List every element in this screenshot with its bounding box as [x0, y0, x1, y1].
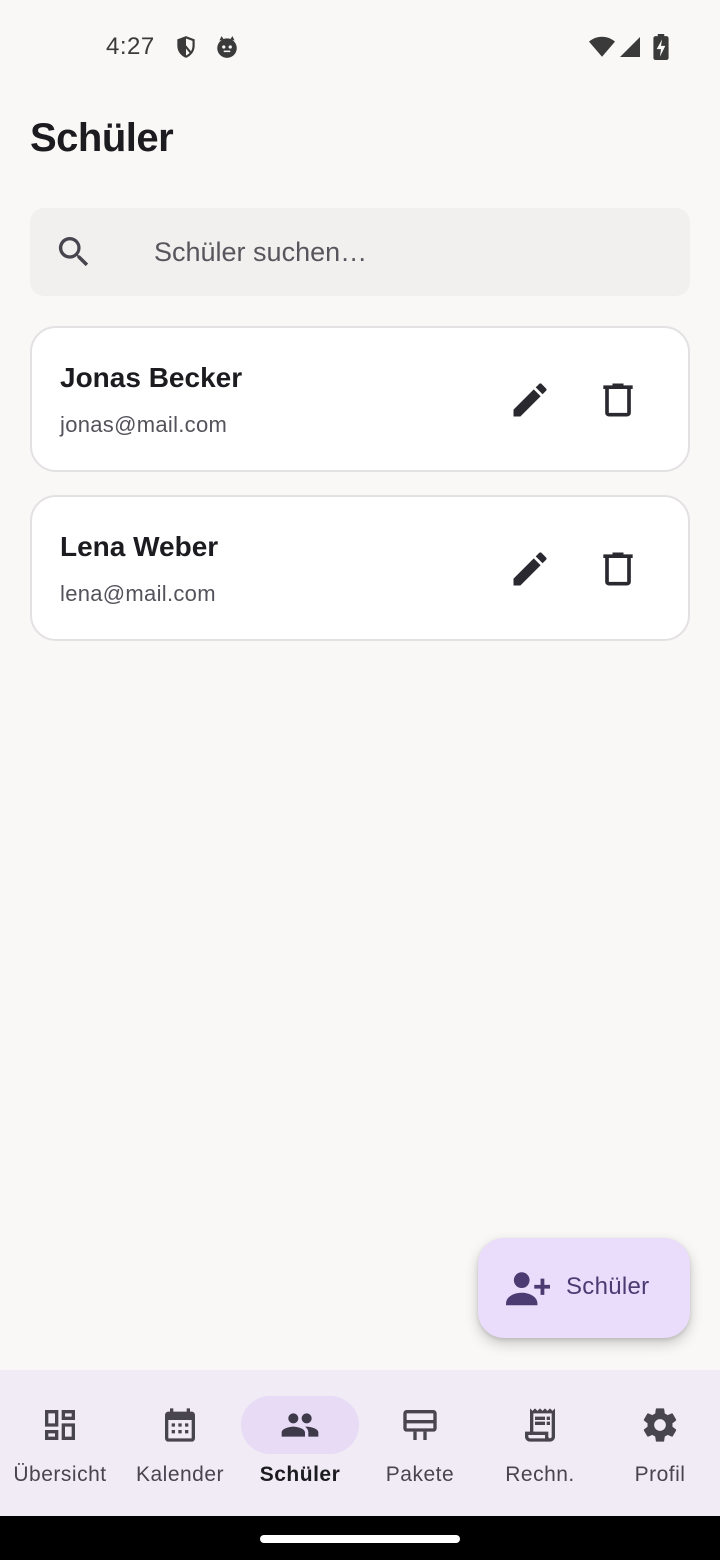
nav-item-students[interactable]: Schüler — [240, 1370, 360, 1516]
search-input[interactable] — [154, 230, 654, 274]
package-icon — [400, 1405, 440, 1445]
nav-label: Schüler — [259, 1463, 341, 1486]
nav-item-invoices[interactable]: Rechn. — [480, 1370, 600, 1516]
student-email: lena@mail.com — [60, 581, 216, 606]
home-gesture-handle[interactable] — [260, 1535, 460, 1543]
delete-button[interactable] — [596, 547, 640, 591]
trash-icon — [603, 383, 633, 417]
fab-label: Schüler — [566, 1273, 650, 1300]
student-name: Jonas Becker — [60, 362, 243, 393]
pencil-icon — [513, 383, 547, 417]
status-bar: 4:27 — [0, 0, 720, 96]
vpn-shield-icon — [173, 34, 199, 60]
delete-button[interactable] — [596, 378, 640, 422]
nav-item-calendar[interactable]: Kalender — [120, 1370, 240, 1516]
nav-label: Kalender — [135, 1463, 225, 1486]
nav-label: Übersicht — [13, 1463, 107, 1486]
pencil-icon — [513, 552, 547, 586]
gear-icon — [640, 1405, 680, 1445]
notification-cat-icon — [214, 34, 240, 60]
edit-button[interactable] — [508, 378, 552, 422]
nav-label: Pakete — [385, 1463, 455, 1486]
students-screen: 4:27 Schüler Jonas Becker jonas@mail.com — [0, 0, 720, 1560]
nav-item-packages[interactable]: Pakete — [360, 1370, 480, 1516]
calendar-icon — [160, 1405, 200, 1445]
search-bar[interactable] — [30, 208, 690, 296]
student-name: Lena Weber — [60, 531, 219, 562]
student-card[interactable]: Jonas Becker jonas@mail.com — [30, 326, 690, 472]
student-card[interactable]: Lena Weber lena@mail.com — [30, 495, 690, 641]
student-email: jonas@mail.com — [60, 412, 228, 437]
person-add-icon — [506, 1269, 551, 1307]
battery-charging-icon — [650, 34, 672, 60]
search-icon — [54, 232, 94, 272]
wifi-icon — [588, 34, 616, 60]
nav-item-profile[interactable]: Profil — [600, 1370, 720, 1516]
receipt-icon — [520, 1405, 560, 1445]
status-time: 4:27 — [106, 33, 155, 60]
bottom-navigation: Übersicht Kalender Schüler Pakete Rechn.… — [0, 1370, 720, 1516]
people-icon — [280, 1405, 320, 1445]
page-title: Schüler — [30, 116, 174, 160]
cellular-signal-icon — [618, 34, 642, 60]
trash-icon — [603, 552, 633, 586]
nav-item-overview[interactable]: Übersicht — [0, 1370, 120, 1516]
nav-label: Rechn. — [505, 1463, 575, 1486]
add-student-button[interactable]: Schüler — [478, 1238, 690, 1338]
system-gesture-bar — [0, 1516, 720, 1560]
nav-label: Profil — [634, 1463, 686, 1486]
edit-button[interactable] — [508, 547, 552, 591]
dashboard-icon — [40, 1405, 80, 1445]
